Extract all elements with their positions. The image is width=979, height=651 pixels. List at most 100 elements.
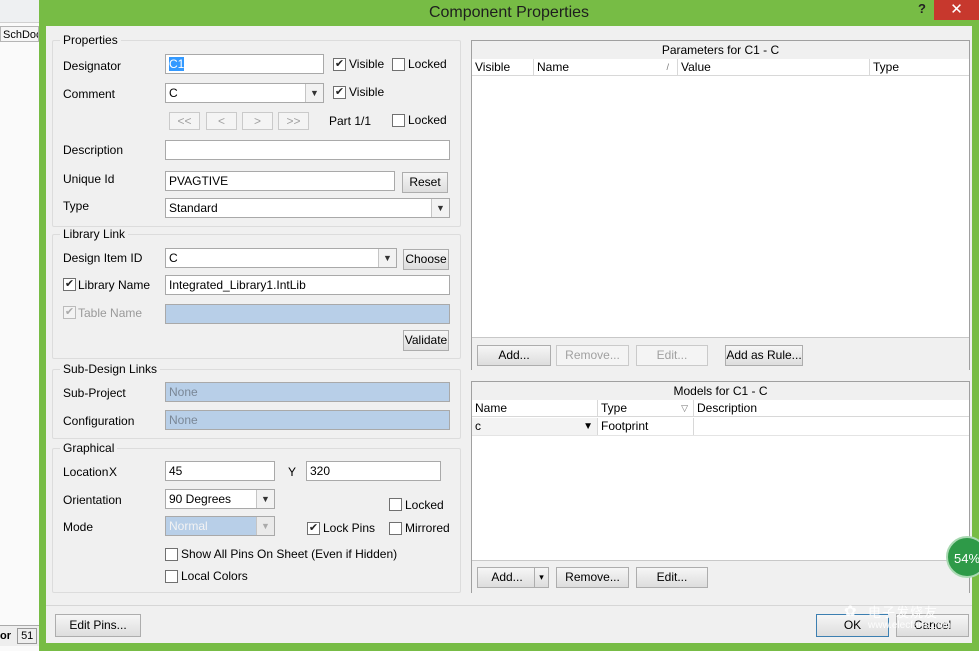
edit-pins-button[interactable]: Edit Pins...: [55, 614, 141, 637]
models-row-name[interactable]: c ▼: [472, 418, 598, 435]
table-name-label: Table Name: [78, 306, 143, 320]
progress-circle: 54%: [946, 536, 979, 578]
models-header: Models for C1 - C: [472, 382, 969, 401]
show-all-pins-checkbox[interactable]: [165, 548, 178, 561]
parameters-column-type[interactable]: Type: [870, 59, 969, 76]
chevron-down-icon[interactable]: ▼: [431, 199, 449, 217]
comment-visible-checkbox[interactable]: ✔: [333, 86, 346, 99]
library-link-group-label: Library Link: [60, 227, 129, 241]
graphical-locked-checkbox[interactable]: [389, 498, 402, 511]
progress-badge[interactable]: 54%: [944, 536, 979, 580]
models-column-type[interactable]: Type ▽: [598, 400, 694, 417]
parameters-button-bar: Add... Remove... Edit... Add as Rule...: [472, 337, 969, 370]
models-button-bar: Add... ▾ Remove... Edit...: [472, 560, 969, 593]
chevron-down-icon[interactable]: ▼: [305, 84, 323, 102]
comment-combo[interactable]: C ▼: [165, 83, 324, 103]
models-column-name[interactable]: Name: [472, 400, 598, 417]
remove-model-button[interactable]: Remove...: [556, 567, 629, 588]
design-item-id-value: C: [169, 251, 178, 265]
last-part-button[interactable]: >>: [278, 112, 309, 130]
show-all-pins-label: Show All Pins On Sheet (Even if Hidden): [181, 547, 398, 561]
location-y-label: Y: [288, 465, 297, 479]
footer-divider: [46, 605, 972, 606]
add-as-rule-button[interactable]: Add as Rule...: [725, 345, 803, 366]
mirrored-checkbox[interactable]: [389, 522, 402, 535]
help-button[interactable]: ?: [914, 0, 930, 20]
mode-value: Normal: [169, 519, 208, 533]
chevron-down-icon[interactable]: ▼: [583, 418, 593, 435]
design-item-id-label: Design Item ID: [63, 251, 143, 265]
watermark: ✿ 电子发烧友 www.elecfans.com: [840, 600, 979, 640]
parameters-column-name-text: Name: [537, 60, 570, 74]
comment-visible-label: Visible: [349, 85, 385, 99]
designator-input[interactable]: C1: [165, 54, 324, 74]
designator-label: Designator: [63, 59, 122, 73]
close-button[interactable]: ✕: [934, 0, 979, 20]
first-part-button[interactable]: <<: [169, 112, 200, 130]
background-bottom-tab[interactable]: 51: [17, 628, 38, 644]
local-colors-checkbox[interactable]: [165, 570, 178, 583]
properties-group-label: Properties: [60, 33, 121, 47]
sub-project-label: Sub-Project: [63, 386, 126, 400]
graphical-locked-label: Locked: [405, 498, 444, 512]
background-app-panel: [0, 0, 40, 651]
designator-visible-label: Visible: [349, 57, 385, 71]
progress-text: 54%: [954, 551, 979, 566]
sub-design-links-group-label: Sub-Design Links: [60, 362, 161, 376]
description-label: Description: [63, 143, 124, 157]
background-bottom-label: or: [0, 630, 11, 642]
edit-model-button[interactable]: Edit...: [636, 567, 708, 588]
validate-button[interactable]: Validate: [403, 330, 449, 351]
models-column-type-text: Type: [601, 401, 628, 415]
close-icon: ✕: [950, 1, 963, 18]
reset-button[interactable]: Reset: [402, 172, 448, 193]
add-model-button[interactable]: Add...: [477, 567, 537, 588]
unique-id-label: Unique Id: [63, 172, 115, 186]
remove-parameter-button[interactable]: Remove...: [556, 345, 629, 366]
lock-pins-label: Lock Pins: [323, 521, 376, 535]
watermark-text: 电子发烧友: [868, 605, 939, 620]
parameters-column-visible[interactable]: Visible: [472, 59, 534, 76]
type-combo[interactable]: Standard ▼: [165, 198, 450, 218]
designator-visible-checkbox[interactable]: ✔: [333, 58, 346, 71]
design-item-id-combo[interactable]: C ▼: [165, 248, 397, 268]
part-number-label: Part 1/1: [329, 114, 372, 128]
watermark-url: www.elecfans.com: [868, 620, 951, 631]
type-value: Standard: [169, 201, 218, 215]
models-panel: Models for C1 - C Name Type ▽ Description…: [471, 381, 970, 593]
next-part-button[interactable]: >: [242, 112, 273, 130]
lock-pins-checkbox[interactable]: ✔: [307, 522, 320, 535]
chevron-down-icon[interactable]: ▼: [378, 249, 396, 267]
library-name-checkbox[interactable]: ✔: [63, 278, 76, 291]
graphical-group-label: Graphical: [60, 441, 118, 455]
models-row[interactable]: c ▼ Footprint: [472, 418, 969, 436]
parameters-column-value[interactable]: Value: [678, 59, 870, 76]
choose-button[interactable]: Choose: [403, 249, 449, 270]
add-model-dropdown-button[interactable]: ▾: [534, 567, 549, 588]
designator-locked-label: Locked: [408, 57, 447, 71]
designator-locked-checkbox[interactable]: [392, 58, 405, 71]
component-properties-dialog: Component Properties ? ✕ Properties Desi…: [39, 0, 979, 651]
orientation-combo[interactable]: 90 Degrees ▼: [165, 489, 275, 509]
description-input[interactable]: [165, 140, 450, 160]
part-locked-checkbox[interactable]: [392, 114, 405, 127]
background-document-tab[interactable]: SchDoc: [0, 26, 39, 42]
watermark-logo-icon: ✿: [844, 603, 857, 620]
table-name-checkbox[interactable]: ✔: [63, 306, 76, 319]
library-name-input[interactable]: Integrated_Library1.IntLib: [165, 275, 450, 295]
configuration-input: None: [165, 410, 450, 430]
location-x-input[interactable]: 45: [165, 461, 275, 481]
models-column-description[interactable]: Description: [694, 400, 969, 417]
models-row-name-text: c: [475, 419, 481, 433]
parameters-column-name[interactable]: Name /: [534, 59, 678, 76]
edit-parameter-button[interactable]: Edit...: [636, 345, 708, 366]
location-y-input[interactable]: 320: [306, 461, 441, 481]
location-x-label: X: [109, 465, 118, 479]
add-parameter-button[interactable]: Add...: [477, 345, 551, 366]
previous-part-button[interactable]: <: [206, 112, 237, 130]
local-colors-label: Local Colors: [181, 569, 248, 583]
unique-id-input[interactable]: PVAGTIVE: [165, 171, 395, 191]
mode-combo: Normal ▼: [165, 516, 275, 536]
chevron-down-icon[interactable]: ▼: [256, 490, 274, 508]
models-row-type: Footprint: [598, 418, 694, 435]
